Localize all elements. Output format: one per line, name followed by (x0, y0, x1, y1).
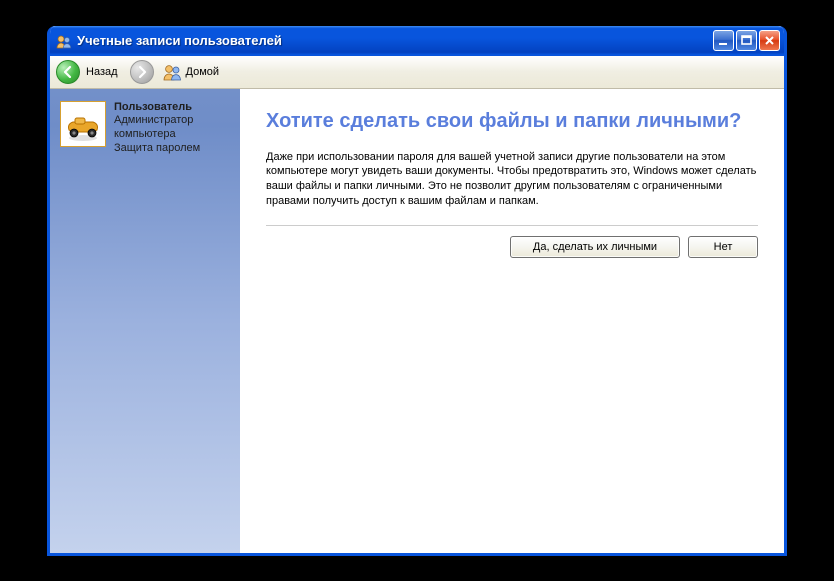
minimize-button[interactable] (713, 30, 734, 51)
forward-button[interactable] (130, 60, 154, 84)
user-role-line2: компьютера (114, 128, 200, 142)
button-row: Да, сделать их личными Нет (266, 236, 758, 258)
users-icon (162, 62, 182, 82)
window-buttons (713, 30, 780, 51)
user-meta: Пользователь Администратор компьютера За… (114, 101, 200, 156)
back-button[interactable] (56, 60, 80, 84)
user-protection: Защита паролем (114, 142, 200, 156)
toolbar: Назад Домой (50, 56, 784, 89)
maximize-button[interactable] (736, 30, 757, 51)
home-button[interactable]: Домой (162, 62, 220, 82)
content-area: Пользователь Администратор компьютера За… (50, 89, 784, 553)
titlebar[interactable]: Учетные записи пользователей (50, 26, 784, 56)
close-button[interactable] (759, 30, 780, 51)
home-label: Домой (186, 66, 220, 78)
body-text: Даже при использовании пароля для вашей … (266, 150, 758, 209)
window: Учетные записи пользователей Назад (47, 26, 787, 556)
yes-make-private-button[interactable]: Да, сделать их личными (510, 236, 680, 258)
main-panel: Хотите сделать свои файлы и папки личным… (240, 89, 784, 553)
user-card[interactable]: Пользователь Администратор компьютера За… (60, 101, 230, 156)
avatar (60, 101, 106, 147)
window-title: Учетные записи пользователей (77, 33, 713, 48)
sidebar: Пользователь Администратор компьютера За… (50, 89, 240, 553)
no-button[interactable]: Нет (688, 236, 758, 258)
user-name: Пользователь (114, 101, 200, 115)
divider (266, 225, 758, 226)
page-heading: Хотите сделать свои файлы и папки личным… (266, 109, 758, 134)
user-role-line1: Администратор (114, 114, 200, 128)
app-icon (56, 33, 72, 49)
back-label: Назад (84, 66, 126, 78)
